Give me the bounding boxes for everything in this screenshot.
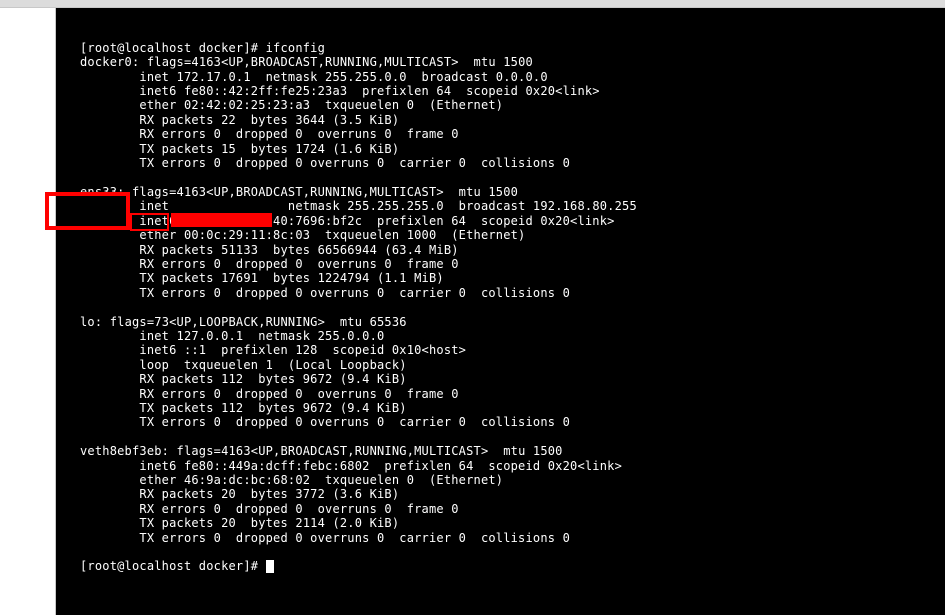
ens33-line: RX packets 51133 bytes 66566944 (63.4 Mi… (139, 243, 458, 257)
iface-lo-header: flags=73<UP,LOOPBACK,RUNNING> mtu 65536 (110, 315, 407, 329)
window-frame: [root@localhost docker]# ifconfig docker… (0, 0, 945, 615)
ens33-inet-label: inet (139, 199, 169, 213)
veth-line: TX errors 0 dropped 0 overruns 0 carrier… (139, 531, 570, 545)
docker0-line: inet 172.17.0.1 netmask 255.255.0.0 broa… (139, 70, 547, 84)
ens33-inet-rest: netmask 255.255.255.0 broadcast 192.168.… (280, 199, 636, 213)
iface-ens33-name: ens33 (80, 185, 117, 199)
docker0-line: TX packets 15 bytes 1724 (1.6 KiB) (139, 142, 399, 156)
lo-line: TX packets 112 bytes 9672 (9.4 KiB) (139, 401, 406, 415)
side-gutter (0, 8, 56, 615)
shell-prompt: [root@localhost docker]# (80, 41, 266, 55)
iface-veth-header: flags=4163<UP,BROADCAST,RUNNING,MULTICAS… (177, 444, 563, 458)
veth-line: RX packets 20 bytes 3772 (3.6 KiB) (139, 487, 399, 501)
ens33-line: TX errors 0 dropped 0 overruns 0 carrier… (139, 286, 570, 300)
iface-ens33-header: flags=4163<UP,BROADCAST,RUNNING,MULTICAS… (132, 185, 518, 199)
veth-line: RX errors 0 dropped 0 overruns 0 frame 0 (139, 502, 458, 516)
lo-line: TX errors 0 dropped 0 overruns 0 carrier… (139, 415, 570, 429)
ens33-line: RX errors 0 dropped 0 overruns 0 frame 0 (139, 257, 458, 271)
command-text: ifconfig (266, 41, 325, 55)
shell-prompt: [root@localhost docker]# (80, 559, 266, 573)
lo-line: loop txqueuelen 1 (Local Loopback) (139, 358, 406, 372)
cursor-block (266, 560, 274, 573)
docker0-line: RX errors 0 dropped 0 overruns 0 frame 0 (139, 127, 458, 141)
ens33-line: inet6 fe80::5cf:9740:7696:bf2c prefixlen… (139, 214, 614, 228)
iface-docker0-header: flags=4163<UP,BROADCAST,RUNNING,MULTICAS… (147, 55, 533, 69)
veth-line: ether 46:9a:dc:bc:68:02 txqueuelen 0 (Et… (139, 473, 503, 487)
docker0-line: ether 02:42:02:25:23:a3 txqueuelen 0 (Et… (139, 98, 503, 112)
iface-lo-name: lo (80, 315, 95, 329)
lo-line: inet6 ::1 prefixlen 128 scopeid 0x10<hos… (139, 343, 466, 357)
docker0-line: RX packets 22 bytes 3644 (3.5 KiB) (139, 113, 399, 127)
lo-line: RX packets 112 bytes 9672 (9.4 KiB) (139, 372, 406, 386)
ens33-line: ether 00:0c:29:11:8c:03 txqueuelen 1000 … (139, 228, 525, 242)
ens33-line: TX packets 17691 bytes 1224794 (1.1 MiB) (139, 271, 443, 285)
lo-line: inet 127.0.0.1 netmask 255.0.0.0 (139, 329, 384, 343)
iface-docker0-name: docker0 (80, 55, 132, 69)
terminal-output: [root@localhost docker]# ifconfig docker… (56, 37, 945, 574)
veth-line: TX packets 20 bytes 2114 (2.0 KiB) (139, 516, 399, 530)
docker0-line: TX errors 0 dropped 0 overruns 0 carrier… (139, 156, 570, 170)
iface-veth-name: veth8ebf3eb (80, 444, 162, 458)
terminal-viewport[interactable]: [root@localhost docker]# ifconfig docker… (56, 8, 945, 615)
docker0-line: inet6 fe80::42:2ff:fe25:23a3 prefixlen 6… (139, 84, 599, 98)
window-titlebar (0, 0, 945, 8)
veth-line: inet6 fe80::449a:dcff:febc:6802 prefixle… (139, 459, 622, 473)
lo-line: RX errors 0 dropped 0 overruns 0 frame 0 (139, 387, 458, 401)
